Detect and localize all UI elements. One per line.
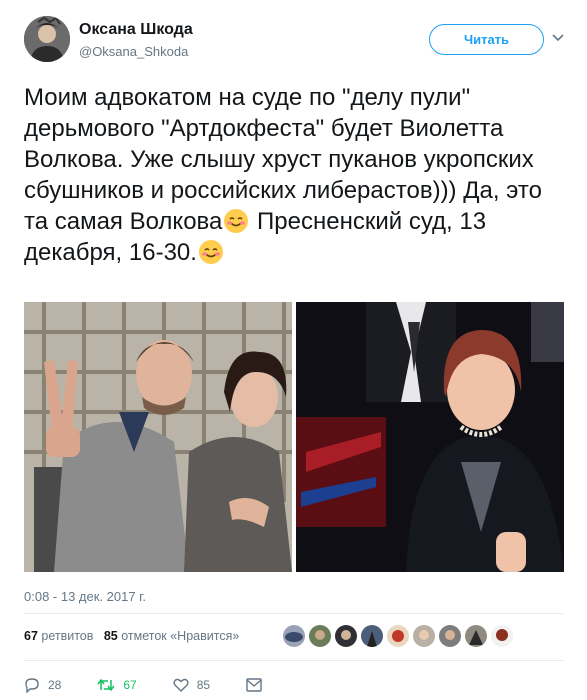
liker-avatar[interactable] <box>491 625 513 647</box>
divider <box>24 660 564 661</box>
author-handle[interactable]: @Oksana_Shkoda <box>79 44 188 59</box>
reply-count: 28 <box>48 678 62 692</box>
like-button[interactable]: 85 <box>173 677 210 693</box>
liker-avatar[interactable] <box>361 625 383 647</box>
photo-left[interactable] <box>24 302 292 572</box>
liker-avatars <box>283 625 517 649</box>
follow-button[interactable]: Читать <box>429 24 544 55</box>
heart-icon <box>173 678 189 692</box>
direct-message-button[interactable] <box>246 678 270 692</box>
liker-avatar[interactable] <box>387 625 409 647</box>
smiling-face-emoji-icon <box>198 239 224 265</box>
retweet-count: 67 <box>123 678 137 692</box>
liker-avatar[interactable] <box>465 625 487 647</box>
liker-avatar[interactable] <box>335 625 357 647</box>
reply-icon <box>25 678 39 693</box>
smiling-face-emoji-icon <box>223 208 249 234</box>
photo-right[interactable] <box>296 302 564 572</box>
tweet-text: Моим адвокатом на суде по "делу пули" де… <box>24 82 564 268</box>
chevron-down-icon[interactable] <box>551 30 565 44</box>
liker-avatar[interactable] <box>309 625 331 647</box>
reply-button[interactable]: 28 <box>24 677 61 693</box>
retweets-stat[interactable]: 67 ретвитов <box>24 629 93 643</box>
tweet-header: Оксана Шкода @Oksana_Shkoda Читать <box>24 16 569 72</box>
divider <box>24 613 564 614</box>
retweet-icon <box>97 678 115 692</box>
likes-stat[interactable]: 85 отметок «Нравится» <box>104 629 239 643</box>
liker-avatar[interactable] <box>413 625 435 647</box>
retweet-button[interactable]: 67 <box>97 677 137 693</box>
tweet-timestamp[interactable]: 0:08 - 13 дек. 2017 г. <box>24 589 146 604</box>
liker-avatar[interactable] <box>283 625 305 647</box>
tweet-actions: 28 67 85 <box>24 674 306 696</box>
author-avatar[interactable] <box>24 16 70 62</box>
like-count: 85 <box>196 678 211 692</box>
liker-avatar[interactable] <box>439 625 461 647</box>
tweet-stats: 67 ретвитов 85 отметок «Нравится» <box>24 629 239 643</box>
envelope-icon <box>246 678 262 692</box>
tweet-media <box>24 302 564 572</box>
author-name[interactable]: Оксана Шкода <box>79 21 193 39</box>
